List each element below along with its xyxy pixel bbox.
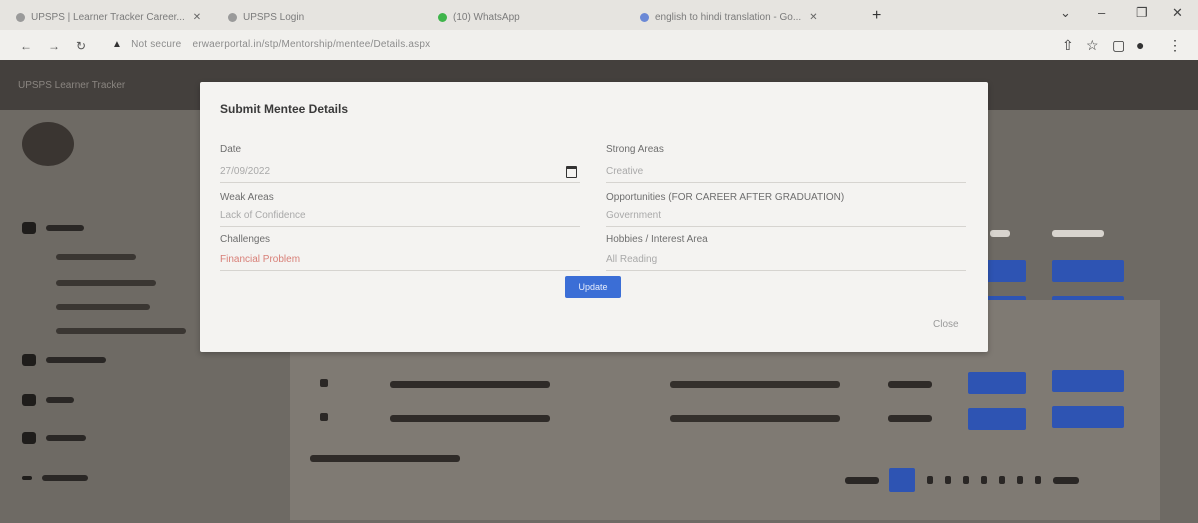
weak-areas-label: Weak Areas [220,192,274,203]
browser-tab-active[interactable]: english to hindi translation - Go... ✕ [640,6,860,28]
challenges-field[interactable]: Financial Problem [220,254,300,265]
menu-icon[interactable]: ⋮ [1168,37,1182,54]
strong-areas-label: Strong Areas [606,144,664,155]
close-tab-icon[interactable]: ✕ [193,12,201,23]
chevron-down-icon[interactable]: ⌄ [1060,5,1071,21]
pagination [845,468,1079,492]
sidebar-item[interactable] [22,354,106,366]
hobbies-field[interactable]: All Reading [606,254,657,265]
date-label: Date [220,144,242,155]
hobbies-label: Hobbies / Interest Area [606,234,708,245]
table-action-button[interactable] [1052,370,1124,392]
maximize-icon[interactable]: ❐ [1136,5,1148,21]
favicon-icon [228,12,237,22]
pagination-page[interactable] [1035,476,1041,484]
calendar-icon[interactable] [566,166,577,178]
browser-tab[interactable]: UPSPS Login [228,6,388,28]
table-action-button[interactable] [1052,406,1124,428]
pagination-current[interactable] [889,468,915,492]
pagination-page[interactable] [999,476,1005,484]
strong-areas-field[interactable]: Creative [606,166,643,177]
minimize-icon[interactable]: – [1098,5,1105,20]
update-button[interactable]: Update [565,276,621,298]
pagination-page[interactable] [981,476,987,484]
submit-mentee-modal: Submit Mentee Details Date 27/09/2022 St… [200,82,988,352]
table-action-button[interactable] [968,372,1026,394]
table-footer-text [310,455,460,462]
close-window-icon[interactable]: ✕ [1172,5,1183,21]
profile-icon[interactable]: ● [1136,37,1144,53]
pagination-page[interactable] [1017,476,1023,484]
sidebar-subitem[interactable] [56,254,136,260]
star-icon[interactable]: ☆ [1086,37,1099,54]
pagination-page[interactable] [927,476,933,484]
browser-address-bar: ← → ↻ ▲ Not secure erwaerportal.in/stp/M… [0,30,1198,60]
browser-tab[interactable]: UPSPS | Learner Tracker Career... ✕ [16,6,216,28]
pagination-page[interactable] [945,476,951,484]
weak-areas-field[interactable]: Lack of Confidence [220,210,306,221]
reload-icon[interactable]: ↻ [76,39,86,53]
browser-tab[interactable]: (10) WhatsApp [438,6,608,28]
report-icon [22,432,36,444]
sidebar-item[interactable] [22,432,86,444]
close-tab-icon[interactable]: ✕ [809,12,817,23]
table-action-button[interactable] [1052,260,1124,282]
sidebar-item[interactable] [22,472,88,484]
forward-icon[interactable]: → [48,39,60,53]
table-row [290,370,1160,400]
sidebar-subitem[interactable] [56,328,186,334]
close-button[interactable]: Close [927,318,965,331]
list-icon [22,394,36,406]
table-action-button[interactable] [968,408,1026,430]
sidebar-subitem[interactable] [56,304,150,310]
opportunities-field[interactable]: Government [606,210,661,221]
whatsapp-icon [438,12,447,22]
pagination-page[interactable] [963,476,969,484]
sidebar-item[interactable] [22,394,74,406]
opportunities-label: Opportunities (FOR CAREER AFTER GRADUATI… [606,192,845,203]
date-field[interactable]: 27/09/2022 [220,166,270,177]
table-row [290,404,1160,434]
browser-tab-bar: UPSPS | Learner Tracker Career... ✕ UPSP… [0,0,1198,30]
new-tab-icon[interactable]: + [872,7,881,25]
dashboard-icon [22,222,36,234]
pagination-previous[interactable] [845,476,879,484]
tab-search-icon[interactable]: ▢ [1112,37,1125,54]
back-icon[interactable]: ← [20,39,32,53]
warning-icon: ▲ [112,39,123,50]
share-icon[interactable]: ⇧ [1062,37,1074,54]
sidebar-item[interactable] [22,222,84,234]
google-icon [640,12,649,22]
app-title: UPSPS Learner Tracker [18,80,126,91]
user-icon [22,354,36,366]
settings-icon [22,476,32,480]
sidebar-subitem[interactable] [56,280,156,286]
url-field[interactable]: ▲ Not secure erwaerportal.in/stp/Mentors… [112,39,430,50]
pagination-next[interactable] [1053,476,1079,484]
favicon-icon [16,12,25,22]
challenges-label: Challenges [220,234,271,245]
modal-title: Submit Mentee Details [220,102,349,116]
avatar [22,122,74,166]
